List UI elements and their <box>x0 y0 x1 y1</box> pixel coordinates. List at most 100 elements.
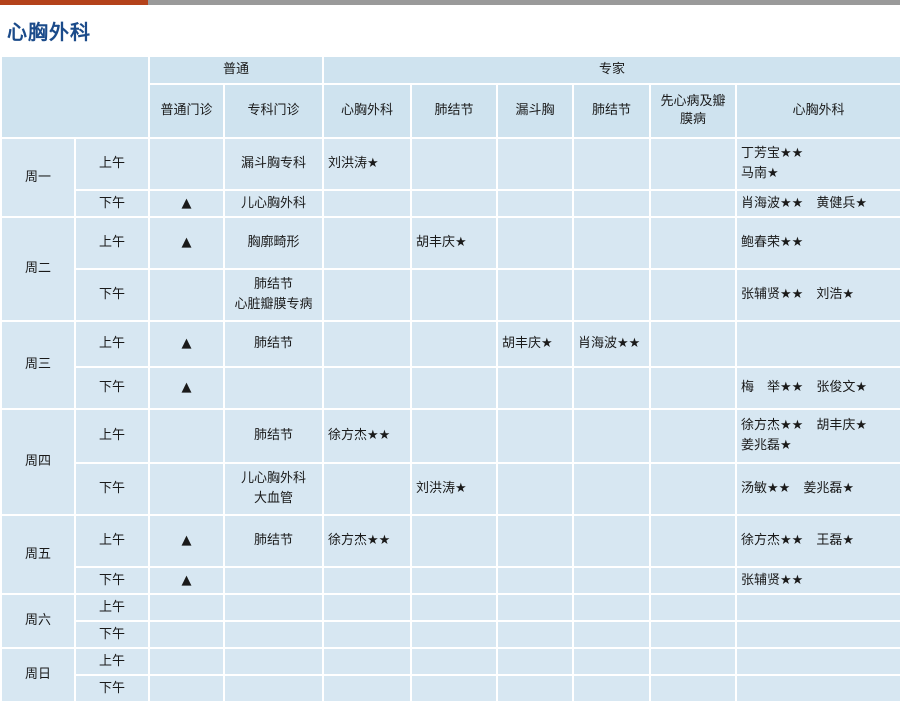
expert-cell: 肖海波★★ 黄健兵★ <box>735 189 900 218</box>
expert-cell: 汤敏★★ 姜兆磊★ <box>735 462 900 516</box>
expert-name: 张辅贤★★ <box>741 572 804 588</box>
specialty-clinic-cell <box>222 366 325 410</box>
pectus-cell: 胡丰庆★ <box>496 320 575 368</box>
schedule-row: 周一 上午 漏斗胸专科 刘洪涛★ 丁芳宝★★ 马南★ <box>0 137 900 218</box>
pulmonary-nodule-cell <box>410 620 499 649</box>
pulmonary-nodule-2-cell <box>572 268 652 322</box>
congenital-valve-cell <box>649 674 738 703</box>
congenital-valve-cell <box>649 137 738 191</box>
cell-text-line: 心脏瓣膜专病 <box>234 297 313 312</box>
schedule-row: 下午 <box>1 674 900 703</box>
pulmonary-nodule-cell <box>410 566 499 595</box>
pulmonary-nodule-cell <box>410 268 499 322</box>
thoracic-cell <box>322 462 413 516</box>
pectus-cell <box>496 647 575 676</box>
period-label: 下午 <box>74 674 150 703</box>
schedule-row: 周四 上午 肺结节 徐方杰★★ 徐方杰★★ 胡丰庆★ 姜兆磊★ <box>0 408 900 516</box>
pulmonary-nodule-cell: 刘洪涛★ <box>410 462 499 516</box>
pulmonary-nodule-2-cell <box>572 674 652 703</box>
specialty-clinic-cell: 儿心胸外科 <box>222 189 325 218</box>
period-label: 上午 <box>74 137 150 191</box>
pulmonary-nodule-2-cell <box>572 137 652 191</box>
expert-name: 张辅贤★★ 刘浩★ <box>741 287 854 302</box>
pulmonary-nodule-2-cell <box>572 514 652 568</box>
expert-cell: 张辅贤★★ 刘浩★ <box>735 268 900 322</box>
available-marker: ▲ <box>148 514 225 568</box>
pulmonary-nodule-cell <box>410 366 499 410</box>
expert-name: 汤敏★★ 姜兆磊★ <box>741 481 854 496</box>
schedule-row: 周日 上午 <box>0 647 900 703</box>
general-clinic-cell <box>148 593 225 622</box>
pulmonary-nodule-cell <box>410 674 499 703</box>
pulmonary-nodule-2-cell <box>572 189 652 218</box>
pulmonary-nodule-2-cell <box>572 620 652 649</box>
expert-name: 梅 举★★ 张俊文★ <box>741 380 867 395</box>
schedule-table: 普通 专家 普通门诊 专科门诊 心胸外科 肺结节 漏斗胸 肺结节 先心病及瓣膜病… <box>0 55 900 703</box>
congenital-valve-cell <box>649 462 738 516</box>
expert-name: 肖海波★★ 黄健兵★ <box>741 195 867 211</box>
expert-name: 徐方杰★★ 胡丰庆★ <box>741 418 867 433</box>
expert-cell <box>735 647 900 676</box>
pulmonary-nodule-2-cell <box>572 647 652 676</box>
thoracic-cell <box>322 366 413 410</box>
congenital-valve-cell <box>649 268 738 322</box>
period-label: 上午 <box>74 593 150 622</box>
column-header-specialty-clinic: 专科门诊 <box>222 83 325 139</box>
schedule-row: 下午 ▲ 梅 举★★ 张俊文★ <box>1 366 900 410</box>
general-clinic-cell <box>148 137 225 191</box>
congenital-valve-cell <box>649 366 738 410</box>
available-marker: ▲ <box>148 566 225 595</box>
schedule-row: 周五 上午 ▲ 肺结节 徐方杰★★ 徐方杰★★ 王磊★ <box>0 514 900 595</box>
available-marker: ▲ <box>148 189 225 218</box>
specialty-clinic-cell <box>222 593 325 622</box>
period-label: 上午 <box>74 408 150 464</box>
pulmonary-nodule-cell: 胡丰庆★ <box>410 216 499 270</box>
pectus-cell <box>496 137 575 191</box>
period-label: 下午 <box>74 189 150 218</box>
period-label: 上午 <box>74 514 150 568</box>
specialty-clinic-cell <box>222 647 325 676</box>
thoracic-cell: 徐方杰★★ <box>322 514 413 568</box>
expert-name: 马南★ <box>741 166 779 181</box>
available-marker: ▲ <box>148 320 225 368</box>
specialty-clinic-cell: 胸廓畸形 <box>222 216 325 270</box>
schedule-row: 下午 <box>1 620 900 649</box>
schedule-row: 周六 上午 <box>0 593 900 649</box>
specialty-clinic-cell: 肺结节 <box>222 320 325 368</box>
specialty-clinic-cell <box>222 566 325 595</box>
specialty-clinic-cell <box>222 620 325 649</box>
header-corner <box>0 55 150 139</box>
specialty-clinic-cell <box>222 674 325 703</box>
available-marker: ▲ <box>148 216 225 270</box>
congenital-valve-cell <box>649 216 738 270</box>
schedule-row: 周三 上午 ▲ 肺结节 胡丰庆★ 肖海波★★ <box>0 320 900 410</box>
pectus-cell <box>496 566 575 595</box>
thoracic-cell <box>322 566 413 595</box>
thoracic-cell: 刘洪涛★ <box>322 137 413 191</box>
pulmonary-nodule-cell <box>410 647 499 676</box>
expert-cell: 鲍春荣★★ <box>735 216 900 270</box>
expert-name: 姜兆磊★ <box>741 438 792 453</box>
pectus-cell <box>496 216 575 270</box>
congenital-valve-cell <box>649 189 738 218</box>
general-clinic-cell <box>148 268 225 322</box>
period-label: 下午 <box>74 366 150 410</box>
expert-cell <box>735 320 900 368</box>
expert-cell: 徐方杰★★ 胡丰庆★ 姜兆磊★ <box>735 408 900 464</box>
congenital-valve-cell <box>649 408 738 464</box>
column-header-pulmonary-nodule: 肺结节 <box>410 83 499 139</box>
pectus-cell <box>496 268 575 322</box>
thoracic-cell <box>322 593 413 622</box>
expert-cell: 张辅贤★★ <box>735 566 900 595</box>
pulmonary-nodule-cell <box>410 514 499 568</box>
general-clinic-cell <box>148 647 225 676</box>
thoracic-cell <box>322 189 413 218</box>
pulmonary-nodule-cell <box>410 189 499 218</box>
pulmonary-nodule-2-cell: 肖海波★★ <box>572 320 652 368</box>
pectus-cell <box>496 620 575 649</box>
pulmonary-nodule-cell <box>410 593 499 622</box>
general-clinic-cell <box>148 462 225 516</box>
top-accent-bar <box>0 0 900 5</box>
day-label: 周二 <box>0 216 76 322</box>
expert-cell <box>735 620 900 649</box>
